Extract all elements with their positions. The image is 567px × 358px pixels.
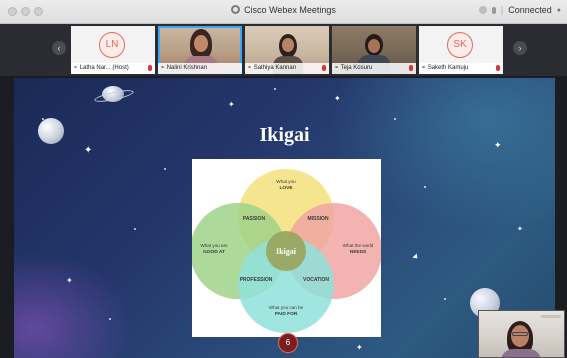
participant-face [194,35,208,52]
star-dot [274,88,276,90]
muted-microphone-icon [148,65,152,71]
love-label-line1: What you [276,179,296,184]
sparkle-star-icon: ✦ [356,343,363,352]
audio-icon: ⚬ [247,65,253,71]
participant-face [282,38,294,52]
self-view-ceiling-fan [541,315,561,318]
chevron-right-icon: › [518,43,522,53]
good-at-label-line1: What you are [200,243,228,248]
star-dot [134,228,136,230]
paid-for-label-line1: What you can be [269,305,304,310]
info-icon[interactable] [478,6,487,14]
avatar: SK [447,32,473,58]
vocation-label: VOCATION [303,277,329,283]
star-dot [424,186,426,188]
audio-icon: ⚬ [421,65,427,71]
participant-tile-saketh[interactable]: SK ⚬ Saketh Kamuju [419,26,503,74]
slide-heading: Ikigai [259,124,310,146]
chevron-left-icon: ‹ [57,43,61,53]
mouse-cursor-icon [412,253,420,261]
self-view-video[interactable] [478,310,565,358]
sparkle-star-icon: ✦ [228,100,235,109]
audio-icon: ⚬ [160,65,166,71]
participant-tile-latha[interactable]: LN ⚬ Latha Nar... (Host) [71,26,155,74]
participant-name: Teja Kosuru [340,65,373,71]
star-dot [164,168,166,170]
webex-logo-icon [231,5,241,14]
participant-name-bar: ⚬ Saketh Kamuju [419,63,503,74]
ikigai-center-label: Ikigai [276,247,297,256]
needs-label-line1: What the world [343,243,374,248]
shared-content-stage: ✦ ✦ ✦ ✦ ✦ ✦ ✦ Ikigai What you LOVE What … [14,78,555,358]
muted-microphone-icon [409,65,413,71]
participant-name-bar: ⚬ Latha Nar... (Host) [71,63,155,74]
status-menu-icon[interactable]: ● [557,7,561,14]
star-dot [444,298,446,300]
muted-microphone-icon [322,65,326,71]
self-view-glasses [512,332,528,336]
participant-name-bar: ⚬ Nalini Krishnan [158,63,242,74]
avatar: LN [99,32,125,58]
audio-icon: ⚬ [334,65,340,71]
muted-microphone-icon [496,65,500,71]
previous-participants-button[interactable]: ‹ [52,41,66,55]
participant-tile-nalini[interactable]: ⚬ Nalini Krishnan [158,26,242,74]
participant-role: (Host) [112,65,129,71]
good-at-label-line2: GOOD AT [203,249,225,255]
slide-page-badge[interactable]: 6 [278,333,298,353]
participant-name: Latha Nar... [79,65,111,71]
star-dot [109,318,111,320]
participant-face [368,39,380,53]
paid-for-label-line2: PAID FOR [275,311,298,317]
love-label-line2: LOVE [279,185,293,191]
needs-label-line2: NEEDS [350,249,367,255]
ikigai-venn-diagram: What you LOVE What you are GOOD AT What … [190,159,382,337]
window-title-text: Cisco Webex Meetings [244,5,336,15]
microphone-status-icon[interactable] [491,6,496,14]
self-view-shirt [501,349,541,357]
sparkle-star-icon: ✦ [517,226,523,233]
participant-name: Sathiya Kannan [253,65,297,71]
participant-name-bar: ⚬ Sathiya Kannan [245,63,329,74]
participant-tile-sathiya[interactable]: ⚬ Sathiya Kannan [245,26,329,74]
connection-area: | Connected ● [478,5,561,15]
star-dot [394,118,396,120]
window-titlebar: Cisco Webex Meetings | Connected ● [0,0,567,24]
sparkle-star-icon: ✦ [84,145,93,156]
sparkle-star-icon: ✦ [334,94,341,103]
participant-name-bar: ⚬ Teja Kosuru [332,63,416,74]
audio-icon: ⚬ [73,65,79,71]
participant-strip: ‹ LN ⚬ Latha Nar... (Host) ⚬ Nalini Kris… [0,24,567,76]
passion-label: PASSION [243,216,266,222]
participant-name: Saketh Kamuju [427,65,469,71]
separator: | [500,5,504,15]
sparkle-star-icon: ✦ [66,276,73,285]
self-view-face [511,325,529,347]
participant-tile-teja[interactable]: ⚬ Teja Kosuru [332,26,416,74]
next-participants-button[interactable]: › [513,41,527,55]
profession-label: PROFESSION [240,277,273,283]
mission-label: MISSION [307,216,329,222]
venn-svg: What you LOVE What you are GOOD AT What … [190,169,382,333]
participant-name: Nalini Krishnan [166,65,208,71]
page-number: 6 [285,338,291,347]
connection-status: Connected [508,5,552,15]
